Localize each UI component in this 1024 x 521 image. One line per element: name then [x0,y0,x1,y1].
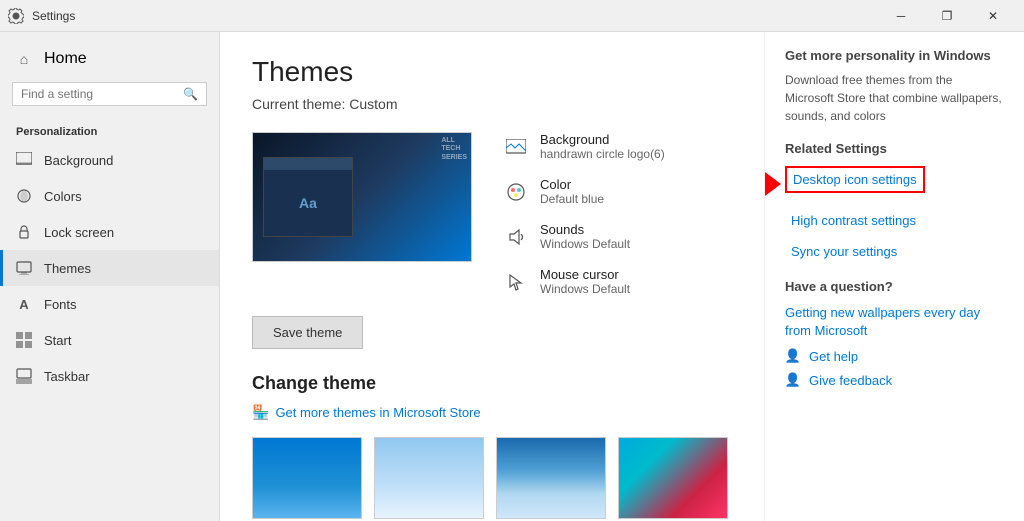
mouse-cursor-setting-value: Windows Default [540,282,630,296]
arrow-indicator: Desktop icon settings [785,166,1004,201]
theme-card-windows-light[interactable]: Windows (light) 1 images [374,437,484,521]
sidebar-start-label: Start [44,333,71,348]
save-theme-button[interactable]: Save theme [252,316,363,349]
get-help-link[interactable]: 👤 Get help [785,348,1004,364]
theme-card-windows[interactable]: Windows 1 images [252,437,362,521]
theme-grid: Windows 1 images Windows (light) 1 image… [252,437,732,521]
sidebar: ⌂ Home 🔍 Personalization Background Colo… [0,32,220,521]
theme-thumb-flowers [618,437,728,519]
get-more-themes-label: Get more themes in Microsoft Store [275,405,480,420]
sidebar-taskbar-label: Taskbar [44,369,90,384]
theme-thumb-windows10 [496,437,606,519]
main-content: Themes Current theme: Custom Aa ALLTECHS… [220,32,764,521]
settings-app-icon [8,8,24,24]
help-icon: 👤 [785,348,801,364]
sounds-setting-name: Sounds [540,222,630,237]
sidebar-search-box[interactable]: 🔍 [12,82,207,106]
sidebar-home-button[interactable]: ⌂ Home [0,40,219,78]
background-setting[interactable]: Background handrawn circle logo(6) [504,132,732,161]
sidebar-fonts-label: Fonts [44,297,77,312]
sidebar-themes-label: Themes [44,261,91,276]
sidebar-colors-label: Colors [44,189,82,204]
sidebar-lockscreen-label: Lock screen [44,225,114,240]
home-icon: ⌂ [16,51,32,67]
close-button[interactable]: ✕ [970,0,1016,32]
fonts-icon: A [16,296,32,312]
preview-window: Aa [263,157,353,237]
current-theme-label: Current theme: Custom [252,96,732,112]
theme-card-flowers[interactable]: Flowers 6 images [618,437,728,521]
titlebar-title: Settings [32,9,878,23]
color-setting-info: Color Default blue [540,177,604,206]
personality-title: Get more personality in Windows [785,48,1004,63]
page-title: Themes [252,56,732,88]
getting-wallpapers-link[interactable]: Getting new wallpapers every day from Mi… [785,304,1004,340]
titlebar-controls: ─ ❐ ✕ [878,0,1016,32]
change-theme-title: Change theme [252,373,732,394]
related-settings-title: Related Settings [785,141,1004,156]
sidebar-item-start[interactable]: Start [0,322,219,358]
sounds-setting-icon [504,225,528,249]
sidebar-item-background[interactable]: Background [0,142,219,178]
taskbar-icon [16,368,32,384]
theme-settings: Background handrawn circle logo(6) Color… [504,132,732,296]
sounds-setting-info: Sounds Windows Default [540,222,630,251]
theme-thumb-windows [252,437,362,519]
start-icon [16,332,32,348]
mouse-cursor-setting-name: Mouse cursor [540,267,630,282]
home-label: Home [44,50,87,68]
color-setting[interactable]: Color Default blue [504,177,732,206]
background-setting-info: Background handrawn circle logo(6) [540,132,665,161]
themes-icon [16,260,32,276]
sidebar-item-taskbar[interactable]: Taskbar [0,358,219,394]
search-icon: 🔍 [183,87,198,101]
background-setting-icon [504,135,528,159]
app-body: ⌂ Home 🔍 Personalization Background Colo… [0,32,1024,521]
mouse-cursor-setting[interactable]: Mouse cursor Windows Default [504,267,732,296]
sidebar-background-label: Background [44,153,113,168]
sidebar-item-themes[interactable]: Themes [0,250,219,286]
get-more-themes-link[interactable]: 🏪 Get more themes in Microsoft Store [252,404,732,421]
sync-settings-link[interactable]: Sync your settings [785,240,1004,263]
high-contrast-link[interactable]: High contrast settings [785,209,1004,232]
lock-icon [16,224,32,240]
mouse-cursor-setting-info: Mouse cursor Windows Default [540,267,630,296]
color-setting-icon [504,180,528,204]
theme-preview-image: Aa ALLTECHSERIES [252,132,472,262]
restore-button[interactable]: ❐ [924,0,970,32]
sounds-setting-value: Windows Default [540,237,630,251]
get-help-label: Get help [809,349,858,364]
have-question-title: Have a question? [785,279,1004,294]
mouse-cursor-setting-icon [504,270,528,294]
background-icon [16,152,32,168]
colors-icon [16,188,32,204]
red-arrow [764,172,781,196]
background-setting-value: handrawn circle logo(6) [540,147,665,161]
store-icon: 🏪 [252,404,269,421]
preview-text-overlay: ALLTECHSERIES [437,133,471,166]
search-input[interactable] [21,87,177,101]
titlebar: Settings ─ ❐ ✕ [0,0,1024,32]
theme-card-windows10[interactable]: Windows 10 5 images [496,437,606,521]
sidebar-item-fonts[interactable]: A Fonts [0,286,219,322]
give-feedback-label: Give feedback [809,373,892,388]
give-feedback-link[interactable]: 👤 Give feedback [785,372,1004,388]
color-setting-name: Color [540,177,604,192]
sidebar-section-label: Personalization [0,118,219,142]
background-setting-name: Background [540,132,665,147]
personality-text: Download free themes from the Microsoft … [785,71,1004,125]
sidebar-item-lock-screen[interactable]: Lock screen [0,214,219,250]
minimize-button[interactable]: ─ [878,0,924,32]
theme-thumb-windows-light [374,437,484,519]
feedback-icon: 👤 [785,372,801,388]
right-panel: Get more personality in Windows Download… [764,32,1024,521]
sidebar-item-colors[interactable]: Colors [0,178,219,214]
theme-preview-area: Aa ALLTECHSERIES Background handrawn cir… [252,132,732,296]
sounds-setting[interactable]: Sounds Windows Default [504,222,732,251]
color-setting-value: Default blue [540,192,604,206]
desktop-icon-settings-link[interactable]: Desktop icon settings [785,166,925,193]
